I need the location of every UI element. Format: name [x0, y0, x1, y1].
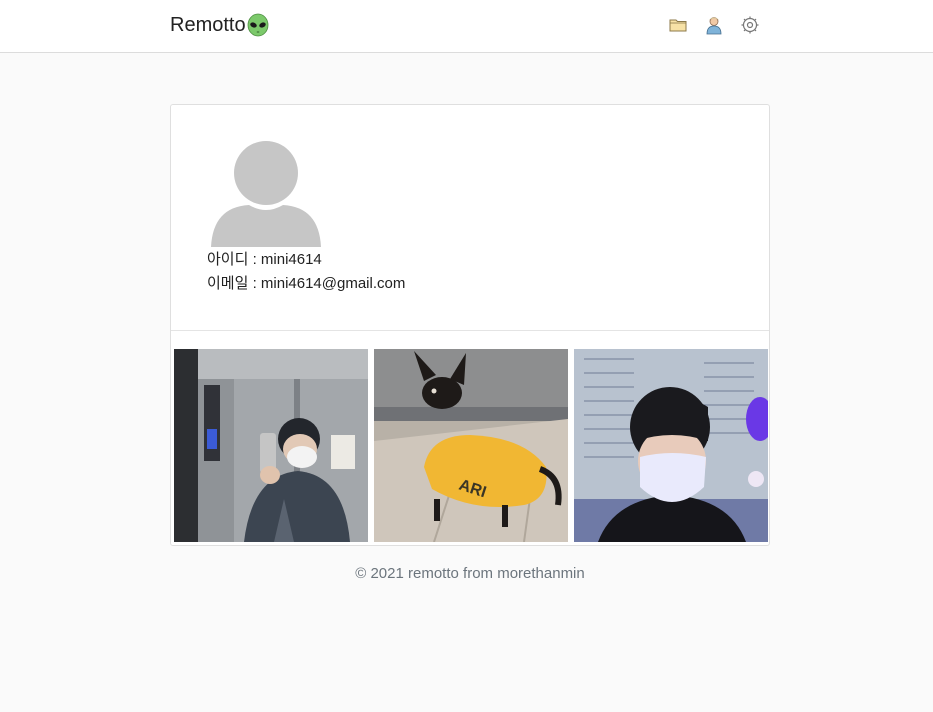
profile-card: 아이디 : mini4614 이메일 : mini4614@gmail.com [170, 104, 770, 546]
gallery-photo-dog[interactable]: ARI [374, 349, 568, 542]
user-email-value: mini4614@gmail.com [260, 275, 406, 292]
gallery-photo-elevator-selfie[interactable] [174, 349, 368, 542]
alien-icon [247, 13, 268, 37]
brand-link[interactable]: Remotto [170, 13, 269, 37]
gear-icon[interactable] [740, 15, 760, 35]
footer-copyright: © 2021 remotto from morethanmin [355, 565, 585, 582]
gallery-photo-masked-selfie[interactable] [574, 349, 768, 542]
user-email-label: 이메일 : [207, 275, 261, 292]
user-icon[interactable] [704, 15, 724, 35]
profile-section: 아이디 : mini4614 이메일 : mini4614@gmail.com [171, 105, 769, 331]
user-id-row: 아이디 : mini4614 [207, 248, 405, 272]
folder-icon[interactable] [668, 15, 688, 35]
top-navbar: Remotto [0, 0, 933, 53]
photo-gallery: ARI [174, 349, 768, 542]
brand-name: Remotto [170, 13, 246, 36]
user-email-row: 이메일 : mini4614@gmail.com [207, 272, 405, 296]
user-id-value: mini4614 [260, 251, 322, 268]
default-avatar-icon [211, 141, 321, 247]
user-id-label: 아이디 : [207, 251, 261, 268]
